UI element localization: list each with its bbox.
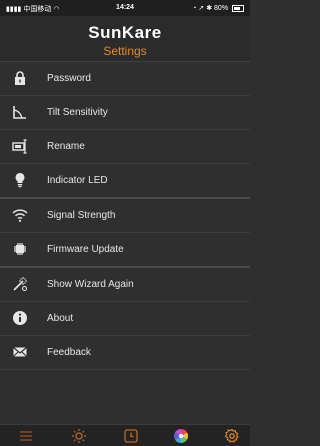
menu-label: About [47,313,74,324]
menu-label: Firmware Update [47,244,124,255]
menu-item-show-wizard-again[interactable]: Show Wizard Again [0,268,250,302]
menu-label: Feedback [47,347,91,358]
menu-item-rename[interactable]: Rename [0,130,250,164]
tab-color[interactable] [172,427,190,445]
menu-label: Password [47,73,91,84]
tab-sun[interactable] [70,427,88,445]
chip-icon [12,241,28,257]
menu-item-firmware-update[interactable]: Firmware Update [0,233,250,268]
color-wheel-icon [174,429,188,443]
tab-bar [0,424,250,446]
bulb-icon [12,172,28,188]
tab-settings[interactable] [223,427,241,445]
wand-icon [12,276,28,292]
menu-label: Tilt Sensitivity [47,107,108,118]
menu-label: Indicator LED [47,175,108,186]
info-icon [12,310,28,326]
tab-timer[interactable] [122,427,140,445]
menu-item-indicator-led[interactable]: Indicator LED [0,164,250,199]
page-title: Settings [103,44,147,58]
battery-icon [232,4,244,12]
location-icon: ◔ ➚ ✱ [192,5,215,12]
mail-icon [12,344,28,360]
settings-menu: Password Tilt Sensitivity Rename Indicat… [0,62,250,370]
menu-item-signal-strength[interactable]: Signal Strength [0,199,250,233]
sun-icon [72,429,86,443]
menu-label: Rename [47,141,85,152]
menu-item-tilt-sensitivity[interactable]: Tilt Sensitivity [0,96,250,130]
menu-label: Signal Strength [47,210,116,221]
lock-icon [12,70,28,86]
angle-icon [12,104,28,120]
menu-label: Show Wizard Again [47,279,134,290]
battery-percent: 80% [214,5,229,12]
menu-item-feedback[interactable]: Feedback [0,336,250,370]
header: SunKare Settings [0,16,250,62]
tab-menu[interactable] [17,427,35,445]
gear-icon [224,428,239,443]
wifi-icon [12,207,28,223]
status-right: ◔ ➚ ✱ 80% [192,4,244,12]
menu-item-about[interactable]: About [0,302,250,336]
rename-icon [12,138,28,154]
menu-item-password[interactable]: Password [0,62,250,96]
clock-icon [124,429,138,443]
status-bar: ▮▮▮▮ 中国移动 ◠ 14:24 ◔ ➚ ✱ 80% [0,0,250,16]
list-icon [20,431,32,441]
brand-logo: SunKare [88,23,162,42]
